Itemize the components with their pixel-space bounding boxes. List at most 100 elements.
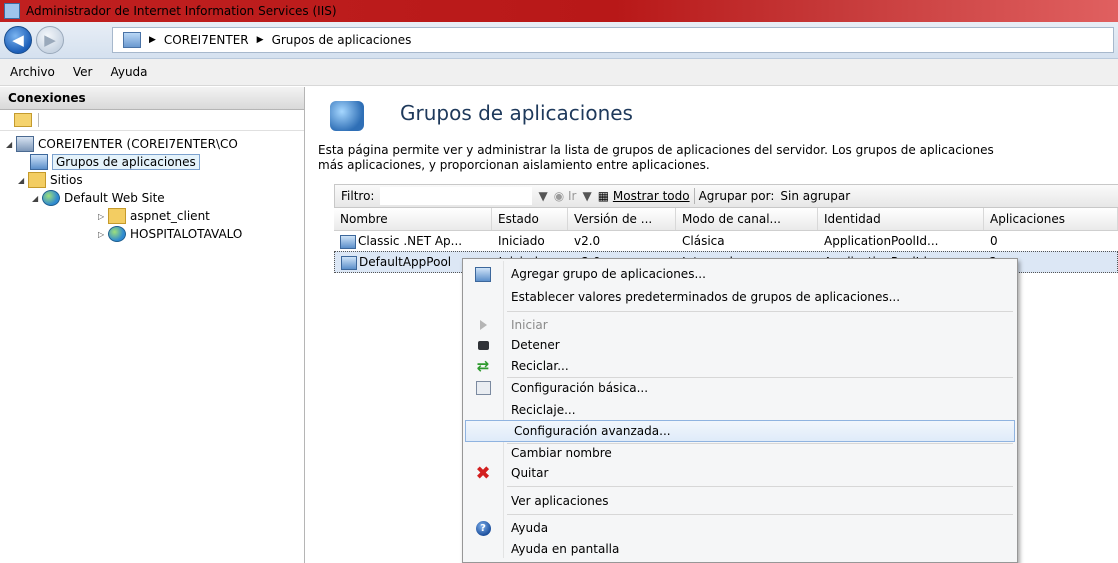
filter-input[interactable]: [380, 187, 533, 205]
menu-bar: Archivo Ver Ayuda: [0, 59, 1118, 86]
menu-item-advanced-settings[interactable]: Configuración avanzada...: [465, 420, 1015, 442]
menu-item-label: Establecer valores predeterminados de gr…: [511, 290, 901, 304]
table-row[interactable]: Classic .NET Ap... Iniciado v2.0 Clásica…: [334, 231, 1118, 251]
collapse-icon[interactable]: ◢: [18, 176, 28, 185]
tree-node-label: Default Web Site: [64, 191, 165, 205]
menu-ver[interactable]: Ver: [73, 65, 93, 79]
column-header-version[interactable]: Versión de ...: [568, 208, 676, 230]
column-header-modo[interactable]: Modo de canal...: [676, 208, 818, 230]
expand-icon[interactable]: ▷: [98, 212, 108, 221]
menu-item-view-applications[interactable]: Ver aplicaciones: [463, 490, 1017, 512]
forward-button[interactable]: ▶: [36, 26, 64, 54]
breadcrumb-separator-icon[interactable]: ▶: [149, 35, 156, 45]
column-header-estado[interactable]: Estado: [492, 208, 568, 230]
title-bar: Administrador de Internet Information Se…: [0, 0, 1118, 22]
show-all-button[interactable]: ▦ Mostrar todo: [598, 189, 690, 203]
context-menu: Agregar grupo de aplicaciones... Estable…: [462, 258, 1018, 563]
filter-dropdown-icon[interactable]: ▼: [538, 189, 547, 203]
menu-item-recycling[interactable]: Reciclaje...: [463, 399, 1017, 421]
tree-node-default-web-site[interactable]: ◢ Default Web Site: [32, 189, 165, 207]
collapse-icon[interactable]: ◢: [6, 140, 16, 149]
column-header-aplicaciones[interactable]: Aplicaciones: [984, 208, 1118, 230]
breadcrumb-item-pools[interactable]: Grupos de aplicaciones: [272, 33, 412, 47]
tree-node-label: COREI7ENTER (COREI7ENTER\CO: [38, 137, 238, 151]
expand-icon[interactable]: ▷: [98, 230, 108, 239]
menu-item-label: Reciclaje...: [511, 403, 576, 417]
play-icon: [479, 320, 487, 330]
tree-node-app-pools[interactable]: Grupos de aplicaciones: [30, 153, 200, 171]
add-pool-icon: [475, 266, 491, 282]
grid-header: Nombre Estado Versión de ... Modo de can…: [334, 208, 1118, 231]
menu-separator: [507, 486, 1013, 487]
tree-node-label: HOSPITALOTAVALO: [130, 227, 243, 241]
cell-name: Classic .NET Ap...: [334, 231, 492, 251]
column-header-nombre[interactable]: Nombre: [334, 208, 492, 230]
server-icon: [16, 136, 34, 152]
menu-item-label: Ayuda: [511, 521, 549, 535]
app-pool-icon: [340, 234, 356, 249]
folder-icon: [108, 208, 126, 224]
column-header-identidad[interactable]: Identidad: [818, 208, 984, 230]
cell-text: DefaultAppPool: [359, 255, 452, 269]
menu-item-label: Iniciar: [511, 318, 548, 332]
menu-item-set-defaults[interactable]: Establecer valores predeterminados de gr…: [463, 286, 1017, 308]
toolbar-divider: [38, 113, 39, 127]
menu-item-stop[interactable]: Detener: [463, 334, 1017, 356]
menu-archivo[interactable]: Archivo: [10, 65, 55, 79]
show-all-label: Mostrar todo: [612, 189, 690, 203]
menu-item-start[interactable]: Iniciar: [463, 314, 1017, 336]
connections-title: Conexiones: [0, 87, 304, 110]
menu-ayuda[interactable]: Ayuda: [110, 65, 147, 79]
group-by-select[interactable]: Sin agrupar: [780, 189, 850, 203]
menu-item-online-help[interactable]: Ayuda en pantalla: [463, 538, 1017, 560]
menu-separator: [507, 514, 1013, 515]
tree-node-label: Sitios: [50, 173, 83, 187]
connections-panel: Conexiones ◢ COREI7ENTER (COREI7ENTER\CO…: [0, 87, 305, 563]
back-button[interactable]: ◀: [4, 26, 32, 54]
description-line-2: más aplicaciones, y proporcionan aislami…: [318, 158, 710, 172]
go-dropdown-icon[interactable]: ▼: [582, 189, 591, 203]
tree-node-server[interactable]: ◢ COREI7ENTER (COREI7ENTER\CO: [6, 135, 238, 153]
toolbar-divider: [693, 188, 695, 204]
menu-item-rename[interactable]: Cambiar nombre: [463, 442, 1017, 464]
recycle-icon: ⇄: [476, 357, 490, 375]
app-pool-icon: [30, 154, 48, 170]
tree-node-label: Grupos de aplicaciones: [52, 154, 200, 170]
page-title: Grupos de aplicaciones: [400, 101, 633, 125]
iis-app-icon: [4, 3, 20, 19]
menu-item-label: Configuración básica...: [511, 381, 649, 395]
menu-item-label: Ver aplicaciones: [511, 494, 609, 508]
tree-node-sites[interactable]: ◢ Sitios: [18, 171, 83, 189]
menu-separator: [507, 311, 1013, 312]
connections-toolbar: [0, 110, 304, 131]
open-folder-icon[interactable]: [14, 113, 32, 127]
tree-node-aspnet-client[interactable]: ▷ aspnet_client: [98, 207, 210, 225]
cell-mode: Clásica: [682, 234, 725, 248]
menu-item-help[interactable]: ? Ayuda: [463, 517, 1017, 539]
stop-icon: [477, 340, 489, 350]
go-button[interactable]: ◉ Ir: [554, 189, 577, 203]
basic-settings-icon: [475, 381, 491, 395]
app-pool-icon: [341, 255, 357, 270]
menu-item-label: Quitar: [511, 466, 549, 480]
breadcrumb[interactable]: ▶ COREI7ENTER ▶ Grupos de aplicaciones: [112, 27, 1114, 53]
collapse-icon[interactable]: ◢: [32, 194, 42, 203]
menu-item-label: Configuración avanzada...: [514, 424, 671, 438]
cell-text: Classic .NET Ap...: [358, 234, 463, 248]
breadcrumb-item-server[interactable]: COREI7ENTER: [164, 33, 249, 47]
sites-folder-icon: [28, 172, 46, 188]
menu-item-label: Cambiar nombre: [511, 446, 612, 460]
cell-identity: ApplicationPoolId...: [824, 234, 939, 248]
breadcrumb-separator-icon[interactable]: ▶: [257, 35, 264, 45]
menu-item-add-pool[interactable]: Agregar grupo de aplicaciones...: [463, 263, 1017, 285]
menu-item-label: Reciclar...: [511, 359, 569, 373]
page-description: Esta página permite ver y administrar la…: [318, 143, 1118, 173]
cell-apps: 0: [990, 234, 998, 248]
menu-item-label: Ayuda en pantalla: [511, 542, 620, 556]
help-icon: ?: [475, 520, 491, 536]
menu-item-remove[interactable]: ✖ Quitar: [463, 462, 1017, 484]
menu-item-recycle[interactable]: ⇄ Reciclar...: [463, 355, 1017, 377]
menu-item-basic-settings[interactable]: Configuración básica...: [463, 377, 1017, 399]
cell-version: v2.0: [574, 234, 601, 248]
tree-node-hospitalotavalo[interactable]: ▷ HOSPITALOTAVALO: [98, 225, 242, 243]
